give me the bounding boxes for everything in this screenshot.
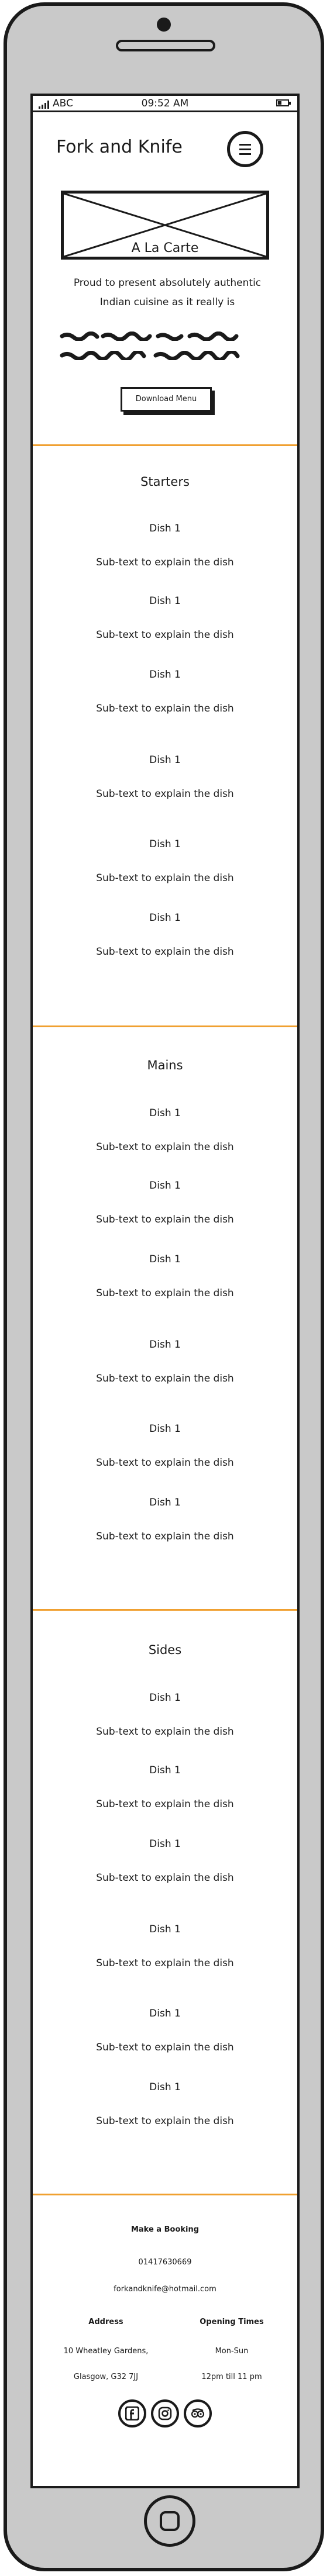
instagram-icon[interactable] [151, 2399, 179, 2427]
dish-subtext: Sub-text to explain the dish [96, 1531, 234, 1542]
dish-name: Dish 1 [149, 669, 181, 681]
hero-caption: A La Carte [125, 241, 205, 255]
dish-subtext: Sub-text to explain the dish [96, 557, 234, 568]
facebook-icon[interactable] [118, 2399, 146, 2427]
dish-name: Dish 1 [149, 2008, 181, 2019]
brand-title[interactable]: Fork and Knife [56, 137, 183, 157]
section-divider [33, 444, 297, 446]
section-title-mains: Mains [147, 1058, 183, 1072]
dish-name: Dish 1 [149, 838, 181, 850]
hamburger-menu-button[interactable] [227, 131, 263, 167]
site-header: Fork and Knife [33, 112, 297, 167]
dish-subtext: Sub-text to explain the dish [96, 788, 234, 800]
dish-subtext: Sub-text to explain the dish [96, 1141, 234, 1153]
tripadvisor-icon[interactable] [184, 2399, 212, 2427]
dish-name: Dish 1 [149, 1107, 181, 1119]
dish-subtext: Sub-text to explain the dish [96, 1287, 234, 1299]
dish-name: Dish 1 [149, 1339, 181, 1351]
phone-link[interactable]: 01417630669 [33, 2258, 297, 2267]
dish-name: Dish 1 [149, 1254, 181, 1265]
status-bar: ABC 09:52 AM [33, 96, 297, 112]
dish-subtext: Sub-text to explain the dish [96, 1798, 234, 1810]
intro-line-1: Proud to present absolutely authentic [73, 277, 262, 289]
section-divider [33, 1025, 297, 1027]
dish-name: Dish 1 [149, 1838, 181, 1850]
dish-name: Dish 1 [149, 1924, 181, 1935]
dish-subtext: Sub-text to explain the dish [96, 629, 234, 641]
dish-name: Dish 1 [149, 754, 181, 766]
opening-times-title: Opening Times [200, 2318, 264, 2326]
dish-subtext: Sub-text to explain the dish [96, 1457, 234, 1469]
speaker-slot [116, 40, 215, 51]
home-button-square [160, 2511, 180, 2531]
dish-subtext: Sub-text to explain the dish [96, 703, 234, 714]
dish-subtext: Sub-text to explain the dish [96, 946, 234, 958]
dish-subtext: Sub-text to explain the dish [96, 1872, 234, 1884]
dish-name: Dish 1 [149, 523, 181, 534]
dish-subtext: Sub-text to explain the dish [96, 872, 234, 884]
email-link[interactable]: forkandknife@hotmail.com [33, 2285, 297, 2294]
address-title: Address [88, 2318, 123, 2326]
dish-subtext: Sub-text to explain the dish [96, 1726, 234, 1738]
dish-name: Dish 1 [149, 912, 181, 924]
hero-image-placeholder: A La Carte [61, 191, 269, 260]
opening-days: Mon-Sun [215, 2347, 249, 2356]
redacted-text-line-2 [60, 351, 240, 360]
intro-text: Proud to present absolutely authentic In… [56, 274, 279, 312]
dish-subtext: Sub-text to explain the dish [96, 1957, 234, 1969]
dish-name: Dish 1 [149, 1764, 181, 1776]
status-time: 09:52 AM [141, 98, 189, 109]
home-button[interactable] [144, 2495, 195, 2547]
redacted-text-line-1 [60, 332, 239, 341]
booking-title: Make a Booking [130, 2225, 200, 2234]
intro-line-2: Indian cuisine as it really is [99, 296, 235, 308]
dish-name: Dish 1 [149, 2081, 181, 2093]
camera-dot [157, 18, 171, 32]
section-divider [33, 2194, 297, 2195]
dish-name: Dish 1 [149, 1692, 181, 1704]
dish-name: Dish 1 [149, 1423, 181, 1435]
dish-subtext: Sub-text to explain the dish [96, 1214, 234, 1225]
section-title-sides: Sides [148, 1643, 182, 1657]
dish-subtext: Sub-text to explain the dish [96, 1373, 234, 1384]
dish-name: Dish 1 [149, 1497, 181, 1508]
section-title-starters: Starters [140, 475, 190, 489]
battery-icon [276, 99, 291, 106]
phone-screen: ABC 09:52 AM Fork and Knife A La Carte P… [30, 94, 300, 2488]
address-line-1: 10 Wheatley Gardens, [63, 2347, 149, 2356]
opening-hours: 12pm till 11 pm [201, 2373, 262, 2381]
address-line-2: Glasgow, G32 7JJ [73, 2373, 139, 2381]
download-menu-button[interactable]: Download Menu [121, 387, 212, 412]
dish-name: Dish 1 [149, 595, 181, 607]
dish-subtext: Sub-text to explain the dish [96, 2042, 234, 2053]
section-divider [33, 1609, 297, 1611]
dish-name: Dish 1 [149, 1180, 181, 1192]
dish-subtext: Sub-text to explain the dish [96, 2115, 234, 2127]
